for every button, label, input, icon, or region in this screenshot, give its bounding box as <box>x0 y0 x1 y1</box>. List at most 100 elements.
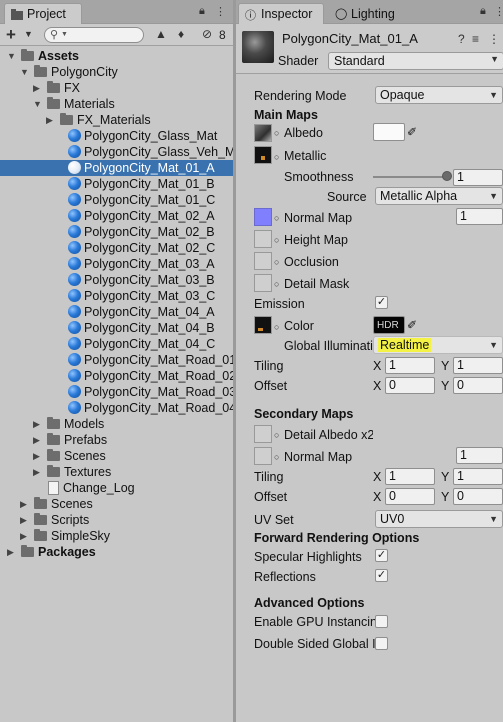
filter-by-type-icon[interactable]: ▲ <box>155 27 167 41</box>
tiling-x-input[interactable]: 1 <box>385 357 435 374</box>
material-asset-row[interactable]: PolygonCity_Mat_03_B <box>0 272 233 288</box>
folder-row[interactable]: ▶ FX <box>0 80 233 96</box>
folder-row[interactable]: ▶ Prefabs <box>0 432 233 448</box>
smoothness-input[interactable]: 1 <box>453 169 503 186</box>
normal-map-texture-slot[interactable] <box>254 208 272 226</box>
source-dropdown[interactable]: Metallic Alpha ▼ <box>375 187 503 205</box>
material-asset-row[interactable]: PolygonCity_Mat_01_C <box>0 192 233 208</box>
emission-texture-slot[interactable] <box>254 316 272 334</box>
material-asset-row[interactable]: PolygonCity_Glass_Mat <box>0 128 233 144</box>
material-asset-row[interactable]: PolygonCity_Mat_Road_03 <box>0 384 236 400</box>
material-asset-row[interactable]: PolygonCity_Mat_01_A <box>0 160 233 176</box>
secondary-offset-y-input[interactable]: 0 <box>453 488 503 505</box>
albedo-color-swatch[interactable] <box>373 123 405 141</box>
tab-lighting[interactable]: ◯ Lighting <box>328 3 408 24</box>
tab-project[interactable]: Project <box>4 3 82 24</box>
expand-arrow-right-icon[interactable]: ▶ <box>33 432 40 448</box>
smoothness-slider[interactable] <box>373 176 448 178</box>
rendering-mode-dropdown[interactable]: Opaque ▼ <box>375 86 503 104</box>
emission-checkbox[interactable]: ✓ <box>375 296 388 309</box>
settings-sliders-icon[interactable]: ≡ <box>472 32 479 46</box>
material-asset-row[interactable]: PolygonCity_Mat_Road_01 <box>0 352 236 368</box>
material-asset-row[interactable]: PolygonCity_Mat_02_C <box>0 240 233 256</box>
expand-arrow-right-icon[interactable]: ▶ <box>33 80 40 96</box>
folder-row[interactable]: ▼ Assets <box>0 48 233 64</box>
material-asset-row[interactable]: PolygonCity_Mat_01_B <box>0 176 233 192</box>
secondary-normal-map-texture-slot[interactable] <box>254 447 272 465</box>
document-asset-row[interactable]: Change_Log <box>0 480 233 496</box>
uv-set-dropdown[interactable]: UV0 ▼ <box>375 510 503 528</box>
material-asset-row[interactable]: PolygonCity_Mat_04_C <box>0 336 233 352</box>
search-input[interactable]: ⚲ ▼ <box>44 27 144 43</box>
material-asset-row[interactable]: PolygonCity_Mat_02_A <box>0 208 233 224</box>
expand-arrow-right-icon[interactable]: ▶ <box>33 416 40 432</box>
occlusion-texture-slot[interactable] <box>254 252 272 270</box>
tab-inspector[interactable]: ⓘ Inspector <box>238 3 324 24</box>
folder-row[interactable]: ▶ Scenes <box>0 496 233 512</box>
filter-by-label-icon[interactable]: ♦ <box>178 27 184 41</box>
normal-map-scale-input[interactable]: 1 <box>456 208 503 225</box>
specular-highlights-checkbox[interactable]: ✓ <box>375 549 388 562</box>
expand-arrow-down-icon[interactable]: ▼ <box>33 96 42 112</box>
expand-arrow-down-icon[interactable]: ▼ <box>20 64 29 80</box>
material-asset-row[interactable]: PolygonCity_Mat_03_A <box>0 256 233 272</box>
folder-row[interactable]: ▶ SimpleSky <box>0 528 233 544</box>
object-picker-icon[interactable]: ○ <box>274 152 279 162</box>
material-asset-row[interactable]: PolygonCity_Mat_04_A <box>0 304 233 320</box>
expand-arrow-right-icon[interactable]: ▶ <box>46 112 53 128</box>
expand-arrow-right-icon[interactable]: ▶ <box>7 544 14 560</box>
shader-dropdown[interactable]: Standard ▼ <box>328 52 503 70</box>
material-asset-row[interactable]: PolygonCity_Mat_Road_02 <box>0 368 236 384</box>
folder-row[interactable]: ▼ PolygonCity <box>0 64 233 80</box>
expand-arrow-right-icon[interactable]: ▶ <box>33 448 40 464</box>
folder-row[interactable]: ▶ Scripts <box>0 512 233 528</box>
emission-color-swatch[interactable]: HDR <box>373 316 405 334</box>
detail-albedo-texture-slot[interactable] <box>254 425 272 443</box>
more-icon[interactable]: ⋮ <box>215 5 226 18</box>
smoothness-slider-handle[interactable] <box>442 171 452 181</box>
expand-arrow-right-icon[interactable]: ▶ <box>20 528 27 544</box>
folder-row[interactable]: ▶ Packages <box>0 544 233 560</box>
secondary-offset-x-input[interactable]: 0 <box>385 488 435 505</box>
folder-row[interactable]: ▶ Models <box>0 416 233 432</box>
object-picker-icon[interactable]: ○ <box>274 452 279 462</box>
material-asset-row[interactable]: PolygonCity_Glass_Veh_Ma <box>0 144 242 160</box>
double-sided-gi-checkbox[interactable] <box>375 637 388 650</box>
lock-icon[interactable]: 🔒︎ <box>480 5 486 18</box>
height-map-texture-slot[interactable] <box>254 230 272 248</box>
material-asset-row[interactable]: PolygonCity_Mat_02_B <box>0 224 233 240</box>
folder-row[interactable]: ▶ Scenes <box>0 448 233 464</box>
material-asset-row[interactable]: PolygonCity_Mat_Road_04 <box>0 400 236 416</box>
tiling-y-input[interactable]: 1 <box>453 357 503 374</box>
expand-arrow-right-icon[interactable]: ▶ <box>20 496 27 512</box>
offset-y-input[interactable]: 0 <box>453 377 503 394</box>
expand-arrow-down-icon[interactable]: ▼ <box>7 48 16 64</box>
reflections-checkbox[interactable]: ✓ <box>375 569 388 582</box>
help-icon[interactable]: ? <box>458 32 465 46</box>
expand-arrow-right-icon[interactable]: ▶ <box>33 464 40 480</box>
add-icon[interactable]: + <box>6 25 16 45</box>
object-picker-icon[interactable]: ○ <box>274 235 279 245</box>
folder-row[interactable]: ▶ FX_Materials <box>0 112 233 128</box>
expand-arrow-right-icon[interactable]: ▶ <box>20 512 27 528</box>
object-picker-icon[interactable]: ○ <box>274 128 279 138</box>
hidden-packages-icon[interactable]: ⊘ <box>202 27 212 41</box>
object-picker-icon[interactable]: ○ <box>274 257 279 267</box>
albedo-texture-slot[interactable] <box>254 124 272 142</box>
object-picker-icon[interactable]: ○ <box>274 213 279 223</box>
more-icon[interactable]: ⋮ <box>488 32 500 46</box>
metallic-texture-slot[interactable] <box>254 146 272 164</box>
eyedropper-icon[interactable]: ✐ <box>407 124 417 140</box>
folder-row[interactable]: ▶ Textures <box>0 464 233 480</box>
object-picker-icon[interactable]: ○ <box>274 322 279 332</box>
material-asset-row[interactable]: PolygonCity_Mat_04_B <box>0 320 233 336</box>
material-asset-row[interactable]: PolygonCity_Mat_03_C <box>0 288 233 304</box>
secondary-tiling-y-input[interactable]: 1 <box>453 468 503 485</box>
eyedropper-icon[interactable]: ✐ <box>407 317 417 333</box>
more-icon[interactable]: ⋮ <box>494 5 503 18</box>
gpu-instancing-checkbox[interactable] <box>375 615 388 628</box>
detail-mask-texture-slot[interactable] <box>254 274 272 292</box>
chevron-down-icon[interactable]: ▼ <box>24 29 33 39</box>
object-picker-icon[interactable]: ○ <box>274 279 279 289</box>
secondary-normal-scale-input[interactable]: 1 <box>456 447 503 464</box>
